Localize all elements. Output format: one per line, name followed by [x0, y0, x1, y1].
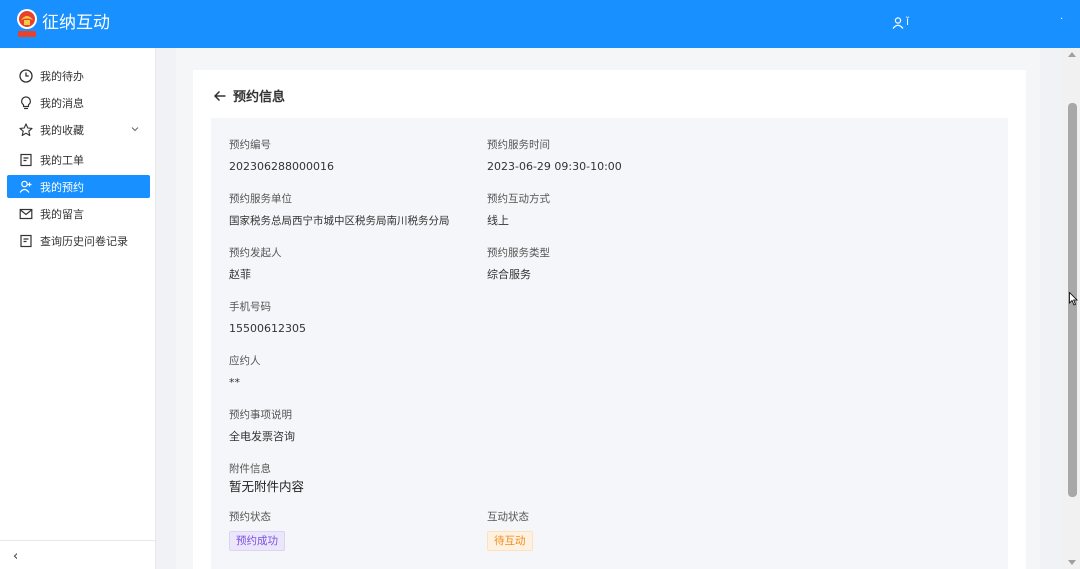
chevron-left-icon[interactable]: ‹	[13, 549, 18, 564]
star-icon	[19, 122, 33, 137]
page-header: 预约信息	[213, 86, 285, 105]
page-title: 预约信息	[233, 90, 286, 105]
attachment-value: 暂无附件内容	[229, 479, 305, 494]
appointment-no-label: 预约编号	[229, 139, 271, 151]
description-label: 预约事项说明	[229, 409, 292, 421]
document-icon	[19, 234, 33, 248]
sidebar-item-label: 我的预约	[40, 180, 84, 194]
sidebar-item-label: 我的留言	[40, 207, 84, 221]
attachment-label: 附件信息	[229, 463, 271, 475]
sidebar-item-work-orders[interactable]: 我的工单	[7, 148, 150, 171]
chevron-down-icon[interactable]	[130, 124, 140, 134]
app-title: 征纳互动	[42, 13, 110, 33]
status-badge: 预约成功	[229, 531, 285, 551]
status-label: 预约状态	[229, 511, 271, 523]
description-value: 全电发票咨询	[229, 430, 295, 443]
sidebar-item-label: 我的待办	[40, 69, 84, 83]
header-menu-dot[interactable]: ·	[1060, 14, 1063, 25]
sidebar-collapse-bar[interactable]: ‹	[0, 540, 155, 569]
document-icon	[19, 153, 33, 167]
sidebar: 我的待办 我的消息 我的收藏 我的工单 我的预约 我的留言 查询历史问卷记录 ‹	[0, 48, 156, 569]
interaction-status-badge: 待互动	[487, 531, 533, 551]
interaction-method-value: 线上	[487, 214, 509, 227]
responder-label: 应约人	[229, 355, 261, 367]
user-name[interactable]: ǐ	[906, 15, 909, 29]
lightbulb-icon	[19, 95, 33, 110]
service-unit-value: 国家税务总局西宁市城中区税务局南川税务分局	[229, 215, 450, 227]
service-time-label: 预约服务时间	[487, 139, 550, 151]
sidebar-item-favorites[interactable]: 我的收藏	[7, 118, 150, 141]
service-type-label: 预约服务类型	[487, 247, 550, 259]
sidebar-item-label: 我的消息	[40, 96, 84, 110]
interaction-status-label: 互动状态	[487, 511, 529, 523]
sidebar-item-messages[interactable]: 我的消息	[7, 91, 150, 114]
tax-emblem-logo	[17, 9, 37, 37]
mouse-cursor-icon	[1069, 292, 1078, 306]
user-icon[interactable]	[892, 17, 904, 29]
arrow-left-icon[interactable]	[213, 89, 227, 103]
sidebar-item-label: 我的收藏	[40, 123, 84, 137]
sidebar-item-survey-history[interactable]: 查询历史问卷记录	[7, 229, 150, 252]
detail-panel	[211, 118, 1008, 569]
phone-label: 手机号码	[229, 301, 271, 313]
user-add-icon	[19, 180, 33, 194]
scroll-down-arrow-icon[interactable]	[1068, 560, 1076, 565]
phone-value: 15500612305	[229, 322, 306, 335]
responder-value: **	[229, 376, 240, 389]
initiator-value: 赵菲	[229, 268, 251, 281]
initiator-label: 预约发起人	[229, 247, 282, 259]
sidebar-item-appointments[interactable]: 我的预约	[7, 175, 150, 198]
top-header: 征纳互动 ǐ ·	[0, 0, 1080, 48]
interaction-method-label: 预约互动方式	[487, 193, 550, 205]
clock-icon	[19, 68, 33, 83]
service-time-value: 2023-06-29 09:30-10:00	[487, 160, 622, 173]
appointment-no-value: 202306288000016	[229, 160, 334, 173]
mail-icon	[19, 207, 33, 221]
sidebar-item-label: 我的工单	[40, 153, 84, 167]
sidebar-item-todo[interactable]: 我的待办	[7, 64, 150, 87]
sidebar-item-guestbook[interactable]: 我的留言	[7, 202, 150, 225]
service-unit-label: 预约服务单位	[229, 193, 292, 205]
service-type-value: 综合服务	[487, 268, 531, 281]
sidebar-item-label: 查询历史问卷记录	[40, 234, 128, 248]
scroll-up-arrow-icon[interactable]	[1068, 52, 1076, 57]
